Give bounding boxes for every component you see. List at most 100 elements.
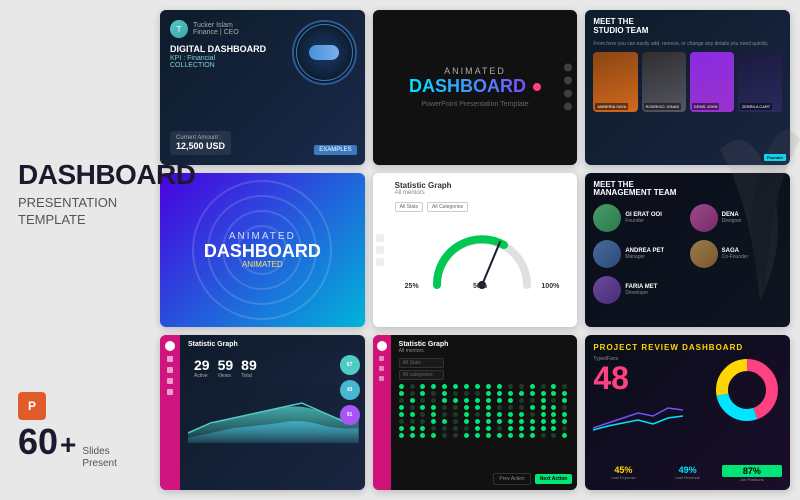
slide-animated-dashboard[interactable]: ANIMATED DASHBOARD PowerPoint Presentati… (373, 10, 578, 165)
dot (420, 433, 425, 438)
photo-label-4: ZEBRILA CART (740, 103, 772, 110)
gauge-100: 100% (541, 283, 559, 290)
slide8-title: Statistic Graph (399, 341, 572, 348)
slide-digital-dashboard[interactable]: T Tucker Islam Finance | CEO DIGITAL DAS… (160, 10, 365, 165)
slide9-title: PROJECT REVIEW DASHBOARD (593, 343, 782, 352)
donut-svg (712, 355, 782, 425)
dot (442, 426, 447, 431)
label-2: Views (218, 373, 234, 379)
slides-badge: 60 + SlidesPresent (18, 421, 117, 470)
badge-number: 60 (18, 421, 58, 463)
dot (530, 412, 535, 417)
metric-box-2: 49% Last Revenue (658, 465, 718, 482)
side-icon-2 (564, 77, 572, 85)
dot (508, 426, 513, 431)
examples-button[interactable]: EXAMPLES (314, 145, 356, 155)
dot (497, 412, 502, 417)
dot (508, 433, 513, 438)
dot (410, 405, 415, 410)
slide4-title: DASHBOARD (204, 242, 321, 260)
dot (475, 405, 480, 410)
num-1: 29 (194, 357, 210, 373)
amount-box: Current Amount : 12,500 USD (170, 131, 231, 155)
slide-statistic-gauge[interactable]: Statistic Graph All mentors All Stats Al… (373, 173, 578, 328)
mgmt-member-5: FARIA MET Developer (593, 276, 685, 304)
metric-pct-2: 49% (658, 465, 718, 475)
slide-project-review[interactable]: PROJECT REVIEW DASHBOARD TypedFans 48 (585, 335, 790, 490)
dot (486, 433, 491, 438)
gauge-container: 25% 50% 100% (395, 220, 570, 290)
dot (420, 391, 425, 396)
side-icon-b (376, 246, 384, 254)
dot (420, 398, 425, 403)
sb-icon-3 (167, 367, 173, 373)
gauge-25: 25% (405, 283, 419, 290)
dot (519, 412, 524, 417)
slide-area-chart[interactable]: Statistic Graph 29 Active 59 Views 89 To… (160, 335, 365, 490)
dot (562, 419, 567, 424)
dot (486, 398, 491, 403)
metric-3: 91 (340, 405, 360, 425)
dot (442, 391, 447, 396)
dot (551, 419, 556, 424)
mgmt-photo-1 (593, 204, 621, 232)
dot (453, 391, 458, 396)
big-number: 48 (593, 362, 683, 394)
slide9-metrics: 45% Last Expense 49% Last Revenue 87% Jo… (593, 465, 782, 482)
dot (453, 405, 458, 410)
team-photo-4: ZEBRILA CART (738, 52, 782, 112)
main-title: DASHBOARD (18, 160, 158, 191)
num-3: 89 (241, 357, 257, 373)
filter8-1[interactable]: All Stats (399, 358, 444, 368)
slide2-sub: PowerPoint Presentation Template (421, 101, 528, 108)
filter1[interactable]: All Stats (395, 202, 423, 212)
gauge-labels: 25% 50% 100% (395, 283, 570, 290)
dot (399, 405, 404, 410)
team-photos: AMBERIA SAYA RODRIGO JONAS GEMS JOHN ZEB… (593, 52, 782, 112)
dot (453, 426, 458, 431)
dot (399, 419, 404, 424)
dot (497, 419, 502, 424)
dot (410, 384, 415, 389)
filter2[interactable]: All Categories (427, 202, 468, 212)
prev-button[interactable]: Prev Action (493, 473, 530, 485)
gauge-svg (422, 220, 542, 290)
dot (551, 405, 556, 410)
slide7-content: Statistic Graph 29 Active 59 Views 89 To… (188, 341, 359, 443)
mgmt-photo-5 (593, 276, 621, 304)
dot (442, 433, 447, 438)
metric-box-3: 87% Job Positions (722, 465, 782, 482)
slide9-body: TypedFans 48 (593, 356, 782, 438)
dot (431, 405, 436, 410)
dot (442, 405, 447, 410)
area-chart (188, 388, 359, 443)
side-icon-3 (564, 90, 572, 98)
line-chart-container (593, 398, 683, 438)
slide-animated-big[interactable]: ANIMATED DASHBOARD ANIMATED (160, 173, 365, 328)
slide2-title: DASHBOARD (409, 76, 526, 97)
slide3-title: MEET THESTUDIO TEAM (593, 18, 782, 36)
dot (519, 398, 524, 403)
donut-container (712, 355, 782, 425)
dot (431, 384, 436, 389)
team-photo-2: RODRIGO JONAS (642, 52, 686, 112)
sb8-icon-4 (379, 376, 384, 381)
filter8-2[interactable]: All categories (399, 370, 444, 380)
dot (486, 391, 491, 396)
sb8-icon-3 (379, 366, 384, 371)
dot (551, 391, 556, 396)
side-icons-5 (376, 234, 384, 266)
slide9-left: TypedFans 48 (593, 356, 683, 438)
next-button[interactable]: Next Action (535, 474, 573, 484)
dot (562, 391, 567, 396)
dot (562, 384, 567, 389)
mgmt-role-3: Manager (625, 254, 685, 260)
dot (497, 433, 502, 438)
slide-dot-chart[interactable]: Statistic Graph All mentors All Stats Al… (373, 335, 578, 490)
main-subtitle: PRESENTATIONTEMPLATE (18, 195, 158, 229)
dot (519, 384, 524, 389)
sb8-icon-1 (377, 341, 387, 351)
dot (464, 384, 469, 389)
dot (551, 426, 556, 431)
dot (551, 412, 556, 417)
